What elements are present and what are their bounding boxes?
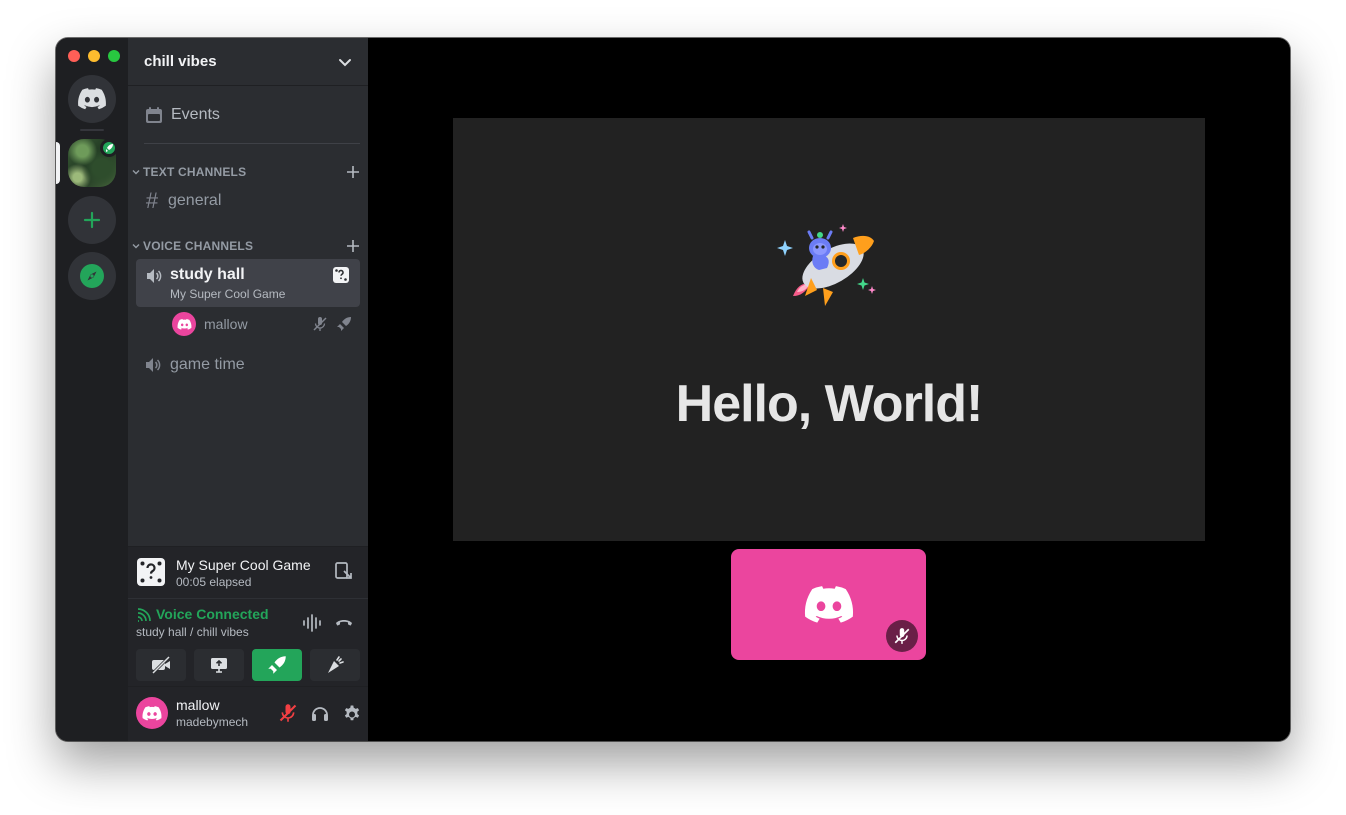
rocket-icon	[268, 656, 286, 674]
add-channel-plus-icon[interactable]	[346, 239, 360, 253]
app-window: chill vibes Events TEXT CHANNELS # gener…	[56, 38, 1290, 741]
user-name[interactable]: mallow	[176, 697, 220, 713]
rail-separator	[80, 129, 104, 131]
avatar	[172, 312, 196, 336]
hashtag-icon: #	[145, 188, 159, 213]
compass-icon	[80, 264, 104, 288]
sidebar-divider	[144, 143, 360, 144]
channel-study-hall[interactable]: study hall My Super Cool Game	[136, 259, 360, 307]
activity-dice-icon[interactable]	[332, 266, 350, 284]
muted-mic-icon	[313, 317, 327, 331]
popout-icon[interactable]	[334, 561, 354, 581]
speaker-icon	[146, 358, 161, 372]
muted-mic-icon	[894, 628, 910, 644]
rocket-icon	[337, 317, 351, 331]
headphones-icon	[312, 707, 328, 721]
channel-name: game time	[170, 356, 245, 373]
activity-title: My Super Cool Game	[176, 557, 311, 573]
chevron-down-icon	[132, 244, 140, 249]
window-controls	[68, 50, 120, 62]
soundboard-icon	[328, 656, 344, 673]
user-settings-button[interactable]	[340, 701, 364, 725]
activity-launcher-button[interactable]	[252, 649, 302, 681]
muted-mic-icon	[279, 704, 297, 722]
plus-icon	[83, 211, 101, 229]
activity-heading: Hello, World!	[675, 375, 984, 433]
calendar-icon	[146, 107, 162, 123]
gear-icon	[344, 705, 360, 721]
deafen-button[interactable]	[308, 701, 332, 725]
tile-mute-indicator	[886, 620, 918, 652]
voice-channels-label: VOICE CHANNELS	[143, 239, 254, 253]
discord-logo-icon	[78, 88, 106, 110]
voice-user-mallow[interactable]: mallow	[172, 312, 360, 336]
soundboard-button[interactable]	[310, 649, 360, 681]
voice-location[interactable]: study hall / chill vibes	[136, 625, 249, 639]
guild-name: chill vibes	[144, 53, 217, 70]
events-label: Events	[171, 106, 220, 123]
screen-share-button[interactable]	[194, 649, 244, 681]
activity-panel: My Super Cool Game 00:05 elapsed	[128, 546, 368, 598]
connection-signal-icon[interactable]	[136, 607, 152, 623]
add-server-button[interactable]	[68, 196, 116, 244]
screen-share-icon	[211, 658, 227, 673]
channel-game-time[interactable]: game time	[136, 349, 360, 381]
selected-server-indicator	[56, 142, 60, 184]
camera-off-icon	[151, 655, 171, 675]
minimize-window-button[interactable]	[88, 50, 100, 62]
rocket-icon	[106, 144, 113, 152]
text-channels-category[interactable]: TEXT CHANNELS	[132, 163, 360, 181]
user-tag[interactable]: madebymech	[176, 715, 248, 729]
chevron-down-icon	[339, 58, 351, 66]
user-panel: mallow madebymech	[128, 686, 368, 741]
discord-logo-icon	[177, 318, 191, 330]
voice-user-name: mallow	[204, 316, 248, 332]
channel-name: study hall	[170, 266, 245, 283]
events-item[interactable]: Events	[136, 98, 360, 132]
mute-button[interactable]	[276, 701, 300, 725]
discord-logo-icon	[804, 585, 853, 623]
add-channel-plus-icon[interactable]	[346, 165, 360, 179]
activity-frame[interactable]: Hello, World!	[453, 118, 1205, 541]
channel-activity-label: My Super Cool Game	[170, 287, 286, 301]
avatar[interactable]	[136, 697, 168, 729]
channel-general[interactable]: # general	[136, 185, 360, 217]
maximize-window-button[interactable]	[108, 50, 120, 62]
voice-connection-panel: Voice Connected study hall / chill vibes	[128, 598, 368, 686]
camera-toggle-button[interactable]	[136, 649, 186, 681]
channel-name: general	[168, 192, 222, 209]
server-rail	[56, 38, 128, 741]
server-boost-badge	[100, 139, 118, 157]
speaker-icon	[147, 269, 162, 283]
discord-logo-icon	[142, 705, 162, 720]
disconnect-icon[interactable]	[334, 613, 354, 633]
chevron-down-icon	[132, 170, 140, 175]
voice-channels-category[interactable]: VOICE CHANNELS	[132, 237, 360, 255]
activity-elapsed: 00:05 elapsed	[176, 575, 252, 589]
activity-dice-icon	[137, 558, 165, 586]
text-channels-label: TEXT CHANNELS	[143, 165, 247, 179]
close-window-button[interactable]	[68, 50, 80, 62]
noise-suppression-icon[interactable]	[302, 613, 322, 633]
discover-button[interactable]	[68, 252, 116, 300]
participant-tile-mallow[interactable]	[731, 549, 926, 660]
guild-header[interactable]: chill vibes	[128, 38, 368, 86]
home-button[interactable]	[68, 75, 116, 123]
rocket-mascot-icon	[777, 224, 876, 306]
channel-sidebar: chill vibes Events TEXT CHANNELS # gener…	[128, 38, 368, 741]
voice-stage: Hello, World!	[368, 38, 1290, 741]
voice-status[interactable]: Voice Connected	[156, 606, 269, 622]
